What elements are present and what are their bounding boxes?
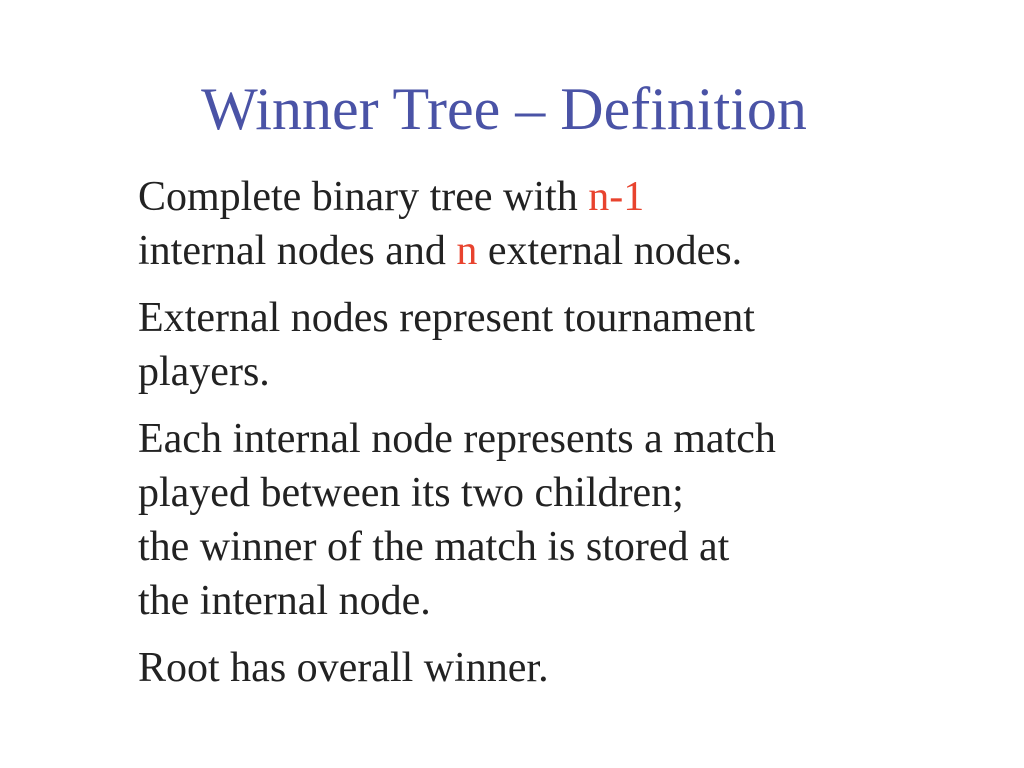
bullet-paragraph: Each internal node represents a match pl… (138, 412, 898, 628)
slide: Winner Tree – Definition Complete binary… (0, 0, 1024, 768)
text-run: external nodes. (477, 228, 743, 274)
highlight-n: n (456, 228, 478, 274)
text-line: Root has overall winner. (138, 645, 549, 691)
text-line: the winner of the match is stored at (138, 524, 730, 570)
highlight-n-minus-1: n-1 (588, 174, 645, 220)
bullet-paragraph: External nodes represent tournament play… (138, 291, 898, 399)
text-line: played between its two children; (138, 470, 684, 516)
slide-title: Winner Tree – Definition (201, 76, 807, 142)
bullet-paragraph: Root has overall winner. (138, 641, 898, 695)
text-line: the internal node. (138, 578, 431, 624)
text-line: Complete binary tree with n-1 (138, 170, 898, 224)
text-line: External nodes represent tournament (138, 295, 755, 341)
text-run: internal nodes and (138, 228, 457, 274)
text-line: players. (138, 349, 270, 395)
text-line: Each internal node represents a match (138, 416, 776, 462)
slide-body: Complete binary tree with n-1 internal n… (138, 170, 898, 708)
text-line: internal nodes and n external nodes. (138, 224, 898, 278)
text-run: Complete binary tree with (138, 174, 589, 220)
bullet-paragraph: Complete binary tree with n-1 internal n… (138, 170, 898, 278)
